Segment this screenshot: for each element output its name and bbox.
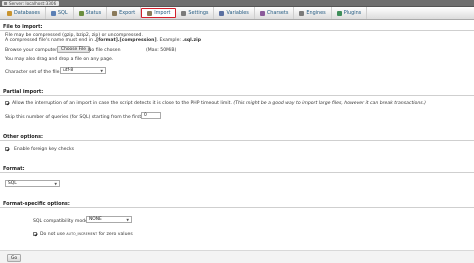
status-icon xyxy=(78,10,84,16)
skip-queries-label: Skip this number of queries (for SQL) st… xyxy=(5,115,153,120)
divider xyxy=(0,207,474,208)
allow-interrupt-label: Allow the interruption of an import in c… xyxy=(12,101,426,106)
no-file-chosen-text: No file chosen xyxy=(88,48,121,53)
tab-sql[interactable]: SQL xyxy=(46,7,74,19)
server-title: Server: localhost:3306 xyxy=(9,1,57,6)
go-button[interactable]: Go xyxy=(7,254,21,262)
drag-drop-note: You may also drag and drop a file on any… xyxy=(5,57,114,62)
choose-file-button[interactable]: Choose File xyxy=(57,46,90,53)
window-titlebar: Server: localhost:3306 xyxy=(0,0,474,7)
divider xyxy=(0,30,474,31)
server-breadcrumb[interactable]: Server: localhost:3306 xyxy=(2,1,60,6)
compat-mode-select[interactable]: NONE ▼ xyxy=(86,216,132,223)
sql-icon xyxy=(50,10,56,16)
charset-label: Character set of the file: xyxy=(5,70,62,75)
charsets-icon xyxy=(259,10,265,16)
submit-bar: Go xyxy=(0,250,474,263)
tab-export[interactable]: Export xyxy=(107,7,142,19)
import-icon xyxy=(147,10,153,16)
chevron-down-icon: ▼ xyxy=(100,68,103,73)
divider xyxy=(0,140,474,141)
divider xyxy=(0,95,474,96)
tab-charsets[interactable]: Charsets xyxy=(255,7,295,19)
foreign-key-label: Enable foreign key checks xyxy=(14,147,75,152)
tab-engines[interactable]: Engines xyxy=(294,7,332,19)
format-select[interactable]: SQL ▼ xyxy=(5,180,60,187)
tab-databases[interactable]: Databases xyxy=(2,7,46,19)
chevron-down-icon: ▼ xyxy=(126,217,129,222)
divider xyxy=(0,172,474,173)
variables-icon xyxy=(219,10,225,16)
max-size-text: (Max: 50MiB) xyxy=(146,48,177,53)
file-name-note: A compressed file's name must end in .[f… xyxy=(5,38,202,43)
export-icon xyxy=(112,10,118,16)
no-auto-increment-checkbox[interactable] xyxy=(33,232,37,236)
browse-label: Browse your computer: xyxy=(5,48,59,53)
charset-select[interactable]: utf-8 ▼ xyxy=(60,67,106,74)
tab-status[interactable]: Status xyxy=(74,7,108,19)
engines-icon xyxy=(299,10,305,16)
tab-variables[interactable]: Variables xyxy=(214,7,255,19)
plugins-icon xyxy=(336,10,342,16)
main-tab-bar: Databases SQL Status Export Import Setti… xyxy=(0,7,474,20)
allow-interrupt-checkbox[interactable] xyxy=(5,101,9,105)
server-icon xyxy=(4,2,7,5)
database-icon xyxy=(7,10,12,16)
tab-import[interactable]: Import xyxy=(141,8,177,18)
settings-icon xyxy=(181,10,187,16)
no-auto-increment-label: Do not use AUTO_INCREMENT for zero value… xyxy=(40,232,133,237)
chevron-down-icon: ▼ xyxy=(54,181,57,186)
skip-queries-input[interactable]: 0 xyxy=(141,112,161,119)
tab-settings[interactable]: Settings xyxy=(176,7,215,19)
compat-mode-label: SQL compatibility mode: xyxy=(33,219,90,224)
foreign-key-checkbox[interactable] xyxy=(5,147,9,151)
tab-plugins[interactable]: Plugins xyxy=(332,7,368,19)
